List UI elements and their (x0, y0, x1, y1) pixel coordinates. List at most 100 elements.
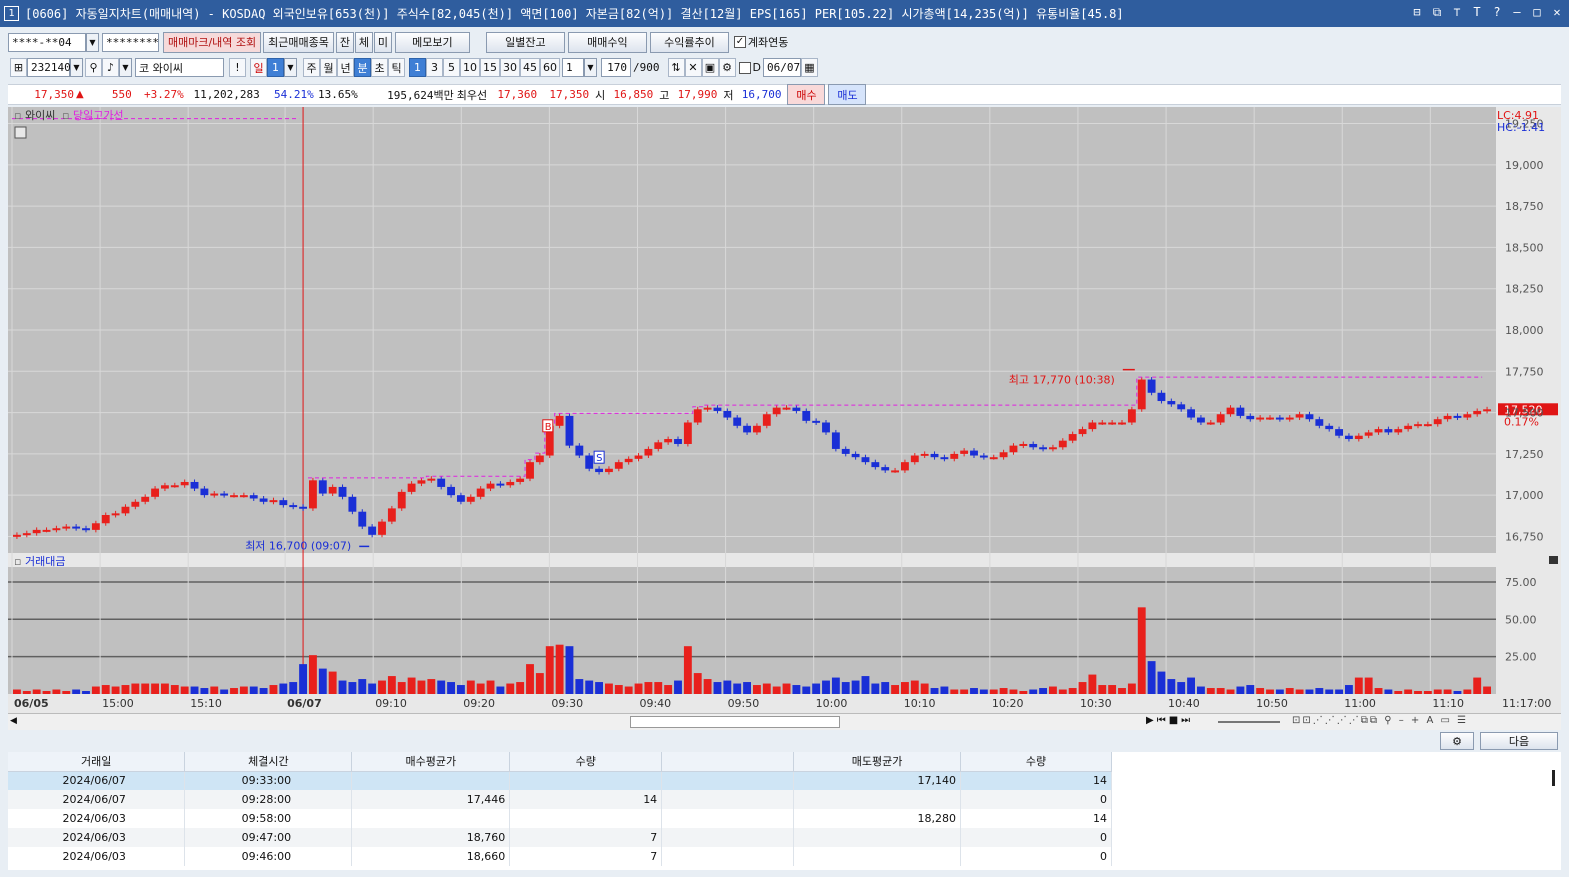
quote-pct2: 13.65% (317, 88, 358, 101)
daily-balance-button[interactable]: 일별잔고 (485, 31, 565, 53)
compare-icon[interactable]: ⇅ (667, 58, 685, 77)
minute-button[interactable]: 1 (409, 58, 426, 77)
minute-button[interactable]: 5 (443, 58, 460, 77)
candle-body (1354, 435, 1363, 440)
panel-close-icon[interactable] (1549, 556, 1558, 564)
stock-name-field[interactable]: 코 와이씨 (135, 58, 224, 77)
recent-trades-button[interactable]: 최근매매종목 (263, 31, 334, 53)
table-row[interactable]: 2024/06/07 09:33:00 17,140 14 (8, 771, 1112, 790)
executed-button[interactable]: 체 (354, 31, 373, 53)
unexecuted-button[interactable]: 미 (373, 31, 392, 53)
speaker-dropdown-icon[interactable]: ▼ (119, 58, 132, 77)
minute-button[interactable]: 45 (520, 58, 540, 77)
grid-scrollbar[interactable] (1552, 770, 1555, 786)
scroll-thumb[interactable] (630, 716, 840, 728)
zoom-slider[interactable] (1218, 721, 1280, 723)
volume-bar (427, 679, 436, 694)
help-icon[interactable]: ? (1491, 5, 1503, 19)
price-chart[interactable]: 최고 17,770 (10:38) 최저 16,700 (09:07) B S 17,5… (8, 107, 1561, 713)
close-icon[interactable]: ✕ (1551, 5, 1563, 19)
date-checkbox[interactable] (738, 61, 751, 74)
password-input[interactable]: ******** (102, 32, 159, 52)
period-button[interactable]: 월 (320, 58, 337, 77)
save-icon[interactable]: ▣ (701, 58, 719, 77)
column-header[interactable]: 매도평균가 (793, 752, 962, 772)
search-icon[interactable]: ⚲ (85, 58, 102, 77)
layout-icon[interactable]: ⊟ (1411, 5, 1423, 19)
window-number: 1 (4, 6, 19, 21)
grid-toggle-icon[interactable] (14, 126, 27, 139)
volume-bar (230, 688, 238, 694)
table-row[interactable]: 2024/06/03 09:58:00 18,280 14 (8, 809, 1112, 828)
drawing-tools[interactable]: ⊡⊡⋰⋰⋰⋰⧉⧉ ⚲ – + A ▭ ☰ (1292, 715, 1468, 726)
stock-list-icon[interactable]: ⊞ (10, 58, 27, 77)
period-button[interactable]: 분 (354, 58, 371, 77)
pin-icon[interactable]: ⊤ (1451, 5, 1463, 19)
sell-button[interactable]: 매도 (828, 84, 867, 105)
column-header[interactable]: 거래일 (8, 752, 186, 772)
candle-body (1256, 417, 1265, 420)
price-tick-label: 18,000 (1505, 324, 1544, 337)
minute-button[interactable]: 15 (480, 58, 500, 77)
minute-button[interactable]: 60 (540, 58, 560, 77)
link-account-checkbox[interactable]: ✓ 계좌연동 (733, 34, 788, 50)
gear-icon[interactable]: ⚙ (718, 58, 736, 77)
trade-profit-button[interactable]: 매매수익 (567, 31, 647, 53)
account-dropdown-icon[interactable]: ▼ (86, 32, 99, 52)
text-icon[interactable]: T (1471, 5, 1483, 19)
table-cell (509, 809, 663, 828)
volume-bar (1453, 691, 1462, 694)
profit-trend-button[interactable]: 수익률추이 (649, 31, 729, 53)
view-count-input[interactable]: 170 (601, 58, 631, 77)
crosshair-icon[interactable]: ✕ (684, 58, 702, 77)
volume-bar (111, 686, 120, 694)
minimize-icon[interactable]: – (1511, 5, 1523, 19)
code-dropdown-icon[interactable]: ▼ (70, 58, 83, 77)
period-num-button[interactable]: 1 (267, 58, 284, 77)
minute-button[interactable]: 30 (500, 58, 520, 77)
volume-bar (841, 682, 850, 694)
balance-button[interactable]: 잔 (335, 31, 354, 53)
account-input[interactable]: ****-**04 (8, 32, 86, 52)
table-row[interactable]: 2024/06/03 09:47:00 18,760 7 0 (8, 828, 1112, 847)
candle-body (447, 486, 455, 496)
table-row[interactable]: 2024/06/07 09:28:00 17,446 14 0 (8, 790, 1112, 809)
count-dropdown-icon[interactable]: ▼ (584, 58, 597, 77)
trade-mark-button[interactable]: 매매마크/내역 조회 (163, 31, 262, 53)
period-button[interactable]: 초 (371, 58, 388, 77)
price-tick-label: 18,750 (1505, 200, 1544, 213)
column-header[interactable]: 매수평균가 (351, 752, 511, 772)
copy-icon[interactable]: ⧉ (1431, 5, 1443, 19)
stock-code-input[interactable]: 232140 (27, 58, 71, 77)
period-button[interactable]: 주 (303, 58, 320, 77)
period-dropdown-icon[interactable]: ▼ (284, 58, 297, 77)
period-button[interactable]: 년 (337, 58, 354, 77)
column-header[interactable]: 체결시간 (184, 752, 353, 772)
minute-button[interactable]: 3 (426, 58, 443, 77)
volume-bar (506, 683, 515, 694)
window-title: [0606] 자동일지차트(매매내역) - KOSDAQ 외국인보유[653(천… (25, 7, 1124, 21)
memo-button[interactable]: 메모보기 (394, 31, 470, 53)
alert-button[interactable]: ! (229, 58, 246, 77)
period-button[interactable]: 틱 (388, 58, 405, 77)
minute-button[interactable]: 10 (460, 58, 480, 77)
table-row[interactable]: 2024/06/03 09:46:00 18,660 7 0 (8, 847, 1112, 866)
playback-controls[interactable]: ▶⏮■⏭ (1146, 715, 1193, 726)
next-button[interactable]: 다음 (1480, 732, 1558, 750)
date-input[interactable]: 06/07 (762, 58, 801, 77)
calendar-icon[interactable]: ▦ (800, 58, 818, 77)
column-header[interactable]: 수량 (960, 752, 1112, 772)
period-day-button[interactable]: 일 (250, 58, 267, 77)
scroll-left-icon[interactable]: ◀ (10, 716, 20, 728)
volume-bar (180, 686, 189, 694)
candle-body (614, 462, 623, 469)
buy-button[interactable]: 매수 (787, 84, 826, 105)
candle-body (1384, 429, 1393, 433)
settings-gear-icon[interactable]: ⚙ (1440, 732, 1474, 750)
column-header[interactable] (661, 752, 795, 772)
speaker-icon[interactable]: ♪ (102, 58, 119, 77)
column-header[interactable]: 수량 (509, 752, 663, 772)
volume-bar (1216, 688, 1225, 694)
interval-count-input[interactable]: 1 (562, 58, 584, 77)
maximize-icon[interactable]: □ (1531, 5, 1543, 19)
